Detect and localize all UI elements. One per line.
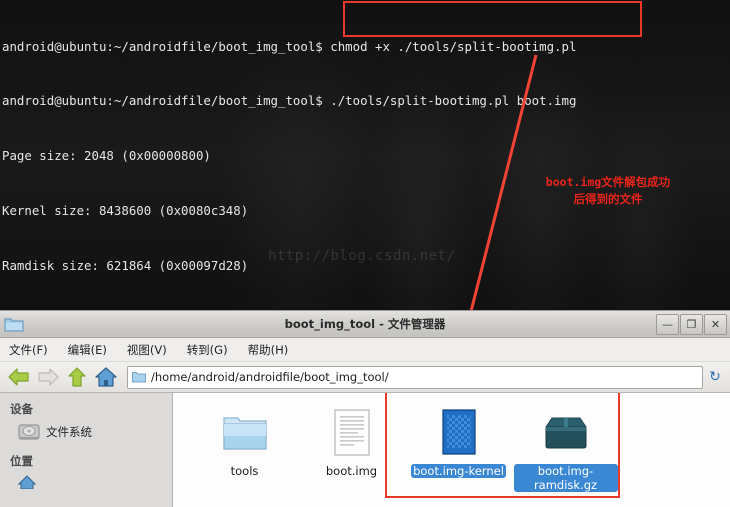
file-label: boot.img-kernel [411, 464, 506, 478]
terminal-line: android@ubuntu:~/androidfile/boot_img_to… [2, 92, 730, 110]
menu-file[interactable]: 文件(F) [6, 340, 51, 360]
terminal-command: chmod +x ./tools/split-bootimg.pl [330, 38, 577, 54]
terminal-line: android@ubuntu:~/androidfile/boot_img_to… [2, 38, 730, 56]
file-icon-wrap [333, 405, 371, 461]
close-button[interactable]: ✕ [704, 314, 727, 335]
terminal-line: Ramdisk size: 621864 (0x00097d28) [2, 258, 249, 274]
file-icon-wrap [542, 405, 590, 461]
maximize-button[interactable]: ❐ [680, 314, 703, 335]
screen: android@ubuntu:~/androidfile/boot_img_to… [0, 0, 730, 507]
sidebar-item-filesystem-label: 文件系统 [46, 425, 92, 439]
back-arrow-icon[interactable] [6, 365, 32, 389]
file-list-view[interactable]: tools boot.img boot.img-kernel boot.img-… [173, 393, 730, 507]
file-item-tools[interactable]: tools [191, 405, 298, 478]
forward-arrow-icon [38, 368, 59, 386]
terminal-prompt: android@ubuntu:~/androidfile/boot_img_to… [2, 38, 331, 54]
menu-help[interactable]: 帮助(H) [245, 340, 292, 360]
file-item-bootimg-ramdisk[interactable]: boot.img-ramdisk.gz [512, 405, 619, 492]
menu-edit[interactable]: 编辑(E) [65, 340, 110, 360]
sidebar[interactable]: 设备 文件系统 位置 [0, 393, 173, 507]
icon-grid: tools boot.img boot.img-kernel boot.img-… [173, 393, 730, 492]
file-manager-body: 设备 文件系统 位置 tools boot.img boot.img-kerne… [0, 393, 730, 507]
hard-disk-icon [18, 424, 40, 440]
sidebar-heading-devices: 设备 [10, 402, 33, 416]
window-title: boot_img_tool - 文件管理器 [284, 317, 446, 331]
menu-view[interactable]: 视图(V) [124, 340, 170, 360]
terminal-line: Kernel size: 8438600 (0x0080c348) [2, 203, 249, 219]
window-titlebar[interactable]: boot_img_tool - 文件管理器 — ❐ ✕ [0, 311, 730, 338]
file-icon-wrap [221, 405, 269, 461]
file-item-bootimg[interactable]: boot.img [298, 405, 405, 478]
home-place-icon [18, 475, 36, 489]
file-label: boot.img-ramdisk.gz [513, 464, 618, 492]
home-icon[interactable] [93, 365, 119, 389]
sidebar-item-filesystem[interactable]: 文件系统 [8, 421, 172, 443]
reload-icon[interactable]: ↻ [706, 368, 724, 386]
window-controls[interactable]: — ❐ ✕ [656, 314, 727, 335]
file-item-bootimg-kernel[interactable]: boot.img-kernel [405, 405, 512, 478]
terminal-prompt: android@ubuntu:~/androidfile/boot_img_to… [2, 93, 331, 109]
folder-icon [222, 417, 267, 450]
terminal-command: ./tools/split-bootimg.pl boot.img [330, 93, 577, 109]
file-label: boot.img [325, 464, 378, 478]
terminal-line: Page size: 2048 (0x00000800) [2, 148, 211, 164]
toolbar[interactable]: /home/android/androidfile/boot_img_tool/… [0, 362, 730, 393]
binary-file-icon [441, 409, 476, 455]
minimize-button[interactable]: — [656, 314, 679, 335]
sidebar-heading-places: 位置 [10, 454, 33, 468]
menu-go[interactable]: 转到(G) [184, 340, 231, 360]
file-icon-wrap [440, 405, 478, 461]
path-folder-icon [132, 372, 146, 383]
menubar[interactable]: 文件(F) 编辑(E) 视图(V) 转到(G) 帮助(H) [0, 338, 730, 362]
archive-box-icon [544, 417, 587, 449]
path-entry[interactable]: /home/android/androidfile/boot_img_tool/ [127, 365, 703, 389]
file-manager-window[interactable]: boot_img_tool - 文件管理器 — ❐ ✕ 文件(F) 编辑(E) … [0, 310, 730, 507]
terminal-output: android@ubuntu:~/androidfile/boot_img_to… [2, 1, 730, 312]
document-icon [333, 409, 370, 456]
path-text: /home/android/androidfile/boot_img_tool/ [151, 370, 389, 384]
sidebar-item-partial[interactable] [8, 473, 172, 491]
up-arrow-icon[interactable] [64, 365, 90, 389]
terminal-window[interactable]: android@ubuntu:~/androidfile/boot_img_to… [0, 0, 730, 312]
file-label: tools [230, 464, 259, 478]
